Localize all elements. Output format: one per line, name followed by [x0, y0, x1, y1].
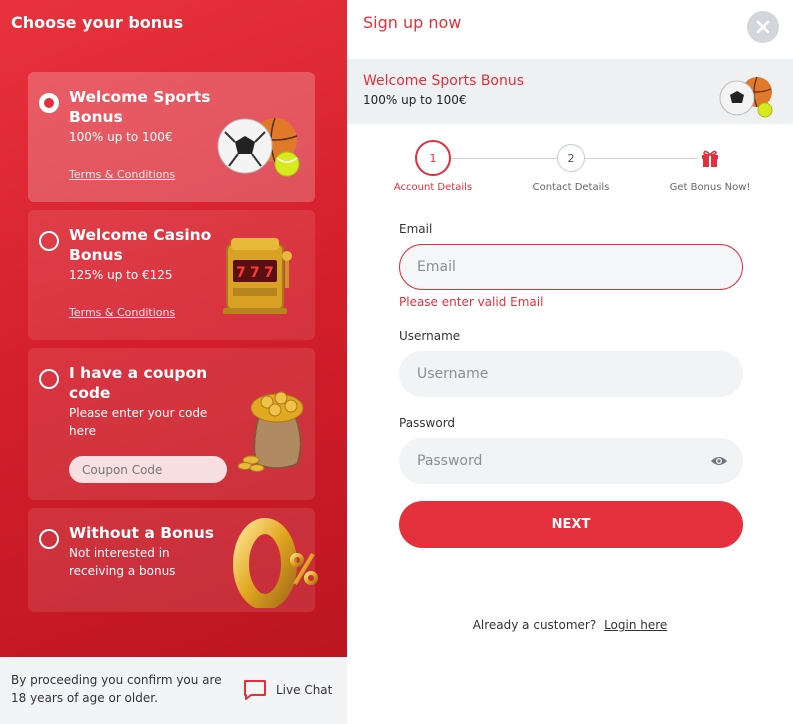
signup-steps: 1 Account Details 2 Contact Details Get … — [347, 140, 793, 200]
terms-link[interactable]: Terms & Conditions — [69, 168, 175, 181]
email-error-message: Please enter valid Email — [399, 295, 544, 309]
login-link[interactable]: Login here — [604, 618, 667, 632]
eye-icon — [711, 457, 727, 465]
next-button[interactable]: NEXT — [399, 501, 743, 548]
signup-title: Sign up now — [363, 13, 462, 32]
bonus-card-casino[interactable]: Welcome Casino Bonus 125% up to €125 Ter… — [28, 210, 315, 340]
zero-percent-icon — [233, 518, 318, 608]
close-button[interactable] — [747, 11, 779, 43]
selected-bonus-banner: Welcome Sports Bonus 100% up to 100€ — [347, 59, 793, 124]
email-label: Email — [399, 222, 433, 236]
toggle-password-visibility-button[interactable] — [710, 453, 728, 473]
svg-text:7: 7 — [236, 265, 246, 281]
password-label: Password — [399, 416, 456, 430]
bonus-radio-sports[interactable] — [39, 93, 59, 113]
bonus-card-sports[interactable]: Welcome Sports Bonus 100% up to 100€ Ter… — [28, 72, 315, 202]
bonus-card-none[interactable]: Without a Bonus Not interested in receiv… — [28, 508, 318, 612]
bonus-card-title: Without a Bonus — [69, 524, 214, 542]
bonus-panel: Choose your bonus Welcome Sports Bonus 1… — [0, 0, 347, 724]
step-account-details: 1 Account Details — [387, 140, 479, 193]
email-input[interactable] — [399, 244, 743, 290]
banner-title: Welcome Sports Bonus — [363, 73, 525, 89]
left-footer: By proceeding you confirm you are 18 yea… — [0, 657, 347, 724]
bonus-radio-none[interactable] — [39, 529, 59, 549]
svg-text:7: 7 — [264, 265, 274, 281]
step-contact-details: 2 Contact Details — [525, 140, 617, 193]
bonus-card-subtitle: Not interested in receiving a bonus — [69, 546, 176, 578]
signup-panel: Sign up now Welcome Sports Bonus 100% up… — [347, 0, 793, 724]
bonus-card-subtitle: 125% up to €125 — [69, 268, 173, 282]
bonus-card-subtitle: 100% up to 100€ — [69, 130, 173, 144]
gift-icon — [702, 150, 718, 167]
step-label: Account Details — [393, 182, 473, 193]
coin-bag-icon — [237, 391, 304, 472]
svg-text:7: 7 — [250, 265, 260, 281]
login-prompt-text: Already a customer? — [472, 618, 597, 632]
bonus-card-subtitle: Please enter your code here — [69, 406, 208, 438]
coupon-code-input[interactable] — [69, 456, 227, 483]
sports-balls-icon — [719, 76, 773, 118]
bonus-card-coupon[interactable]: I have a coupon code Please enter your c… — [28, 348, 315, 500]
live-chat-button[interactable]: Live Chat — [243, 679, 332, 701]
bonus-card-title: Welcome Sports Bonus — [69, 88, 211, 126]
step-number: 1 — [415, 140, 451, 176]
login-prompt-row: Already a customer? Login here — [347, 618, 793, 632]
slot-machine-icon: 7 7 7 — [223, 238, 292, 314]
terms-link[interactable]: Terms & Conditions — [69, 306, 175, 319]
step-label: Get Bonus Now! — [669, 182, 751, 193]
chat-bubble-icon — [244, 680, 266, 700]
step-label: Contact Details — [532, 182, 610, 193]
bonus-card-title: Welcome Casino Bonus — [69, 226, 212, 264]
bonus-panel-title: Choose your bonus — [11, 13, 184, 32]
username-label: Username — [399, 329, 461, 343]
step-get-bonus: Get Bonus Now! — [661, 140, 759, 193]
step-number: 2 — [557, 144, 585, 172]
password-input[interactable] — [399, 438, 743, 484]
bonus-card-title: I have a coupon code — [69, 364, 208, 402]
live-chat-label: Live Chat — [276, 683, 333, 697]
banner-subtitle: 100% up to 100€ — [363, 93, 467, 107]
username-input[interactable] — [399, 351, 743, 397]
age-notice: By proceeding you confirm you are 18 yea… — [11, 673, 222, 705]
bonus-radio-casino[interactable] — [39, 231, 59, 251]
sports-balls-icon — [217, 117, 300, 177]
close-icon — [756, 20, 770, 34]
bonus-radio-coupon[interactable] — [39, 369, 59, 389]
